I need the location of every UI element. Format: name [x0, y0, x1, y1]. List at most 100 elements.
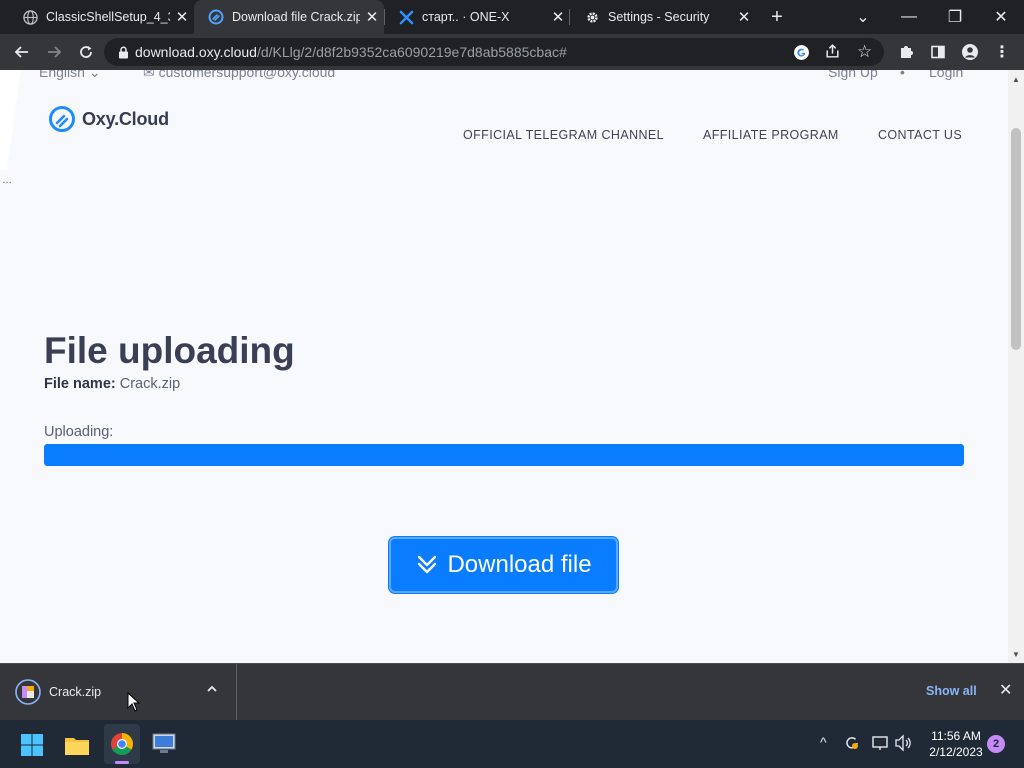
restore-button[interactable]: ❐ — [932, 0, 978, 34]
profile-button[interactable] — [956, 38, 984, 66]
decor-shape — [0, 70, 22, 170]
support-email-text: customersupport@oxy.cloud — [158, 70, 336, 80]
system-clock[interactable]: 11:56 AM 2/12/2023 — [922, 728, 990, 760]
tab-settings[interactable]: Settings - Security ✕ — [570, 0, 756, 34]
tab-title: ClassicShellSetup_4_3_ — [46, 10, 170, 24]
nav-telegram-link[interactable]: OFFICIAL TELEGRAM CHANNEL — [463, 128, 664, 142]
tab-title: Download file Crack.zip — [232, 10, 360, 24]
share-icon[interactable] — [824, 43, 841, 65]
arrow-right-icon — [48, 46, 62, 58]
page-scrollbar[interactable]: ▲ ▼ — [1008, 70, 1024, 663]
windows-taskbar: ^ 11:56 AM 2/12/2023 2 — [0, 720, 1024, 768]
scroll-up-arrow-icon[interactable]: ▲ — [1012, 75, 1020, 84]
tab-classicshell[interactable]: ClassicShellSetup_4_3_ ✕ — [8, 0, 194, 34]
onex-icon — [398, 9, 414, 25]
support-email[interactable]: ✉ customersupport@oxy.cloud — [143, 70, 335, 81]
download-button-label: Download file — [447, 551, 592, 578]
more-vert-icon: ⋮ — [994, 44, 1010, 61]
network-icon[interactable] — [871, 734, 889, 757]
url-text: download.oxy.cloud/d/KLlg/2/d8f2b9352ca6… — [135, 44, 567, 60]
close-icon[interactable]: ✕ — [170, 8, 194, 26]
bullet-separator: • — [900, 70, 905, 80]
close-shelf-icon[interactable]: ✕ — [999, 680, 1012, 700]
tab-separator — [569, 9, 570, 25]
signup-link[interactable]: Sign Up — [828, 70, 878, 80]
clock-date: 2/12/2023 — [929, 745, 983, 759]
tab-onex[interactable]: старт.. · ONE-X ✕ — [384, 0, 570, 34]
close-icon[interactable]: ✕ — [546, 8, 570, 26]
menu-button[interactable]: ⋮ — [988, 38, 1016, 66]
page-title: File uploading — [44, 330, 295, 371]
close-window-button[interactable]: ✕ — [978, 0, 1024, 34]
new-tab-button[interactable]: + — [762, 0, 792, 34]
active-app-indicator — [115, 761, 129, 764]
forward-button[interactable] — [40, 38, 68, 66]
restore-icon: ❐ — [947, 9, 963, 26]
clock-time: 11:56 AM — [931, 729, 981, 743]
scroll-down-arrow-icon[interactable]: ▼ — [1012, 650, 1020, 659]
oxycloud-logo-icon[interactable] — [48, 105, 76, 138]
chevron-up-icon[interactable] — [206, 682, 218, 700]
chevron-down-icon: ⌄ — [88, 70, 101, 80]
uploading-label: Uploading: — [44, 424, 114, 440]
tab-strip: ClassicShellSetup_4_3_ ✕ Download file C… — [0, 0, 1024, 34]
reload-icon — [80, 46, 92, 58]
chevron-down-icon: ⌄ — [856, 9, 870, 26]
login-link[interactable]: Login — [929, 70, 963, 80]
tab-search-button[interactable]: ⌄ — [840, 0, 886, 34]
google-icon[interactable] — [793, 44, 810, 66]
close-icon[interactable]: ✕ — [732, 8, 756, 26]
nav-contact-link[interactable]: CONTACT US — [878, 128, 962, 142]
remote-desktop-icon[interactable] — [152, 732, 178, 761]
gear-icon — [584, 9, 600, 25]
url-path: /d/KLlg/2/d8f2b9352ca6090219e7d8ab5885cb… — [256, 44, 567, 60]
url-host: download.oxy.cloud — [135, 44, 257, 60]
decor-dots: … — [2, 175, 12, 186]
back-button[interactable] — [8, 38, 36, 66]
windows-start-icon[interactable] — [20, 733, 44, 762]
file-name-label: File name: — [44, 376, 116, 392]
tab-title: Settings - Security — [608, 10, 710, 24]
bookmark-star-icon[interactable]: ☆ — [857, 42, 872, 62]
upload-progress-bar — [44, 444, 964, 466]
double-chevron-down-icon — [418, 555, 437, 574]
logo-text[interactable]: Oxy.Cloud — [82, 109, 169, 130]
puzzle-icon — [901, 46, 913, 58]
lock-icon — [118, 46, 129, 59]
show-all-link[interactable]: Show all — [926, 684, 977, 698]
tab-title: старт.. · ONE-X — [422, 10, 510, 24]
close-icon[interactable]: ✕ — [360, 8, 384, 26]
sync-icon[interactable] — [843, 734, 861, 757]
file-name-value: Crack.zip — [119, 376, 181, 392]
close-icon: ✕ — [994, 9, 1008, 26]
address-bar[interactable]: download.oxy.cloud/d/KLlg/2/d8f2b9352ca6… — [104, 38, 884, 66]
zip-file-icon — [15, 679, 41, 710]
volume-icon[interactable] — [894, 734, 914, 757]
mail-icon: ✉ — [143, 70, 155, 80]
tab-separator — [384, 9, 385, 25]
file-name-row: File name: Crack.zip — [44, 376, 180, 392]
mouse-cursor-icon — [127, 691, 141, 717]
minimize-button[interactable]: — — [886, 0, 932, 34]
extensions-button[interactable] — [892, 38, 920, 66]
profile-icon — [962, 44, 978, 60]
language-selector[interactable]: English ⌄ — [39, 70, 101, 81]
nav-affiliate-link[interactable]: AFFILIATE PROGRAM — [703, 128, 839, 142]
chevron-up-icon[interactable]: ^ — [820, 734, 827, 750]
minimize-icon: — — [901, 8, 917, 25]
chrome-taskbar-button[interactable] — [104, 724, 140, 764]
page-content: … English ⌄ ✉ customersupport@oxy.cloud … — [0, 70, 1008, 663]
file-explorer-icon[interactable] — [64, 734, 90, 761]
chrome-icon — [110, 732, 134, 761]
reload-button[interactable] — [72, 38, 100, 66]
notification-badge[interactable]: 2 — [987, 735, 1005, 753]
download-file-name: Crack.zip — [49, 685, 102, 699]
tab-oxycloud[interactable]: Download file Crack.zip ✕ — [194, 0, 384, 34]
scrollbar-thumb[interactable] — [1011, 128, 1021, 350]
upload-progress-fill — [44, 444, 964, 466]
download-file-button[interactable]: Download file — [389, 537, 618, 593]
globe-icon — [22, 9, 38, 25]
browser-toolbar: download.oxy.cloud/d/KLlg/2/d8f2b9352ca6… — [0, 34, 1024, 70]
download-item[interactable]: Crack.zip — [0, 664, 237, 720]
side-panel-button[interactable] — [924, 38, 952, 66]
